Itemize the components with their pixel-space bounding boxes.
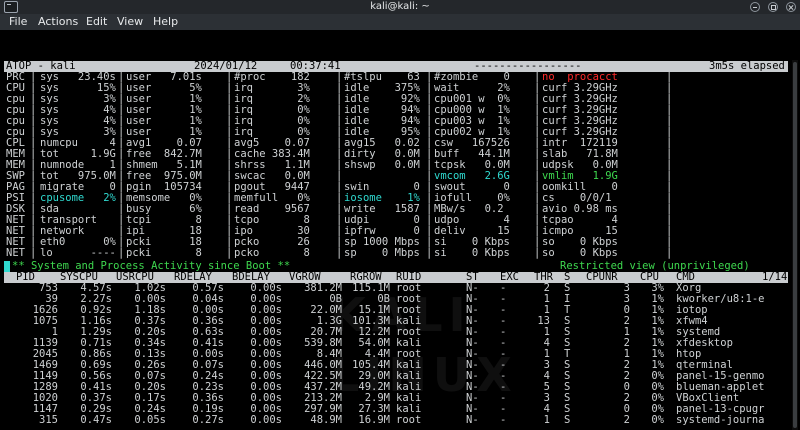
column-header[interactable]: PID [16, 272, 35, 283]
process-cell: 0% [651, 392, 664, 404]
process-cell: 2.9M [364, 392, 390, 404]
stat-cell: si 0 Kbps [434, 247, 510, 259]
stat-separator: | [118, 247, 125, 259]
process-cell: 0.37s [80, 392, 112, 404]
process-cell: 3 [543, 392, 550, 404]
process-cell: 1 [543, 326, 550, 338]
stat-separator: | [534, 247, 541, 259]
process-cell: 4 [543, 337, 550, 349]
process-cell: 2 [543, 282, 550, 294]
maximize-icon[interactable] [768, 2, 778, 12]
stat-row: NET | lo ---- | pcki 8 | pcko 8 | sp 0 Mbps | si 0… [4, 248, 796, 259]
menu-help[interactable]: Help [153, 14, 178, 30]
stat-label: NET [6, 247, 25, 259]
process-cell: 0.27s [192, 414, 224, 426]
process-cell: 3 [543, 359, 550, 371]
process-cell: 1147 [32, 403, 58, 415]
process-cell: 0.17s [134, 392, 166, 404]
process-cell: N- [466, 403, 479, 415]
process-cell: 1 [543, 348, 550, 360]
process-cell: N- [466, 392, 479, 404]
stat-cell: shswp 0.0M [344, 159, 420, 171]
stat-separator: | [666, 247, 673, 259]
process-row[interactable]: 1147 0.29s 0.24s 0.19s 0.00s 297.9M 27.3M kali N… [4, 404, 788, 415]
stat-cell: pcko 8 [234, 247, 310, 259]
process-cell: systemd-journa [676, 414, 765, 426]
scrollbar[interactable] [792, 60, 798, 430]
banner-elapsed: 3m5s elapsed [709, 60, 785, 72]
process-cell: 0.00s [250, 392, 282, 404]
stat-cell: sp 0 Mbps [344, 247, 420, 259]
stat-cell: pcki 8 [126, 247, 202, 259]
scrollbar-thumb[interactable] [793, 62, 797, 428]
cursor [4, 261, 10, 272]
process-cell: 0.24s [134, 403, 166, 415]
process-cell: 27.3M [358, 403, 390, 415]
stat-separator: | [336, 247, 343, 259]
process-cell: N- [466, 414, 479, 426]
menu-edit[interactable]: Edit [86, 14, 107, 30]
menu-file[interactable]: File [9, 14, 27, 30]
process-cell: 1020 [32, 392, 58, 404]
column-header[interactable]: CPUNR [586, 272, 618, 283]
process-cell: 0% [651, 414, 664, 426]
process-row[interactable]: 1020 0.37s 0.17s 0.36s 0.00s 213.2M 2.9M kali N-… [4, 393, 788, 404]
window-title: kali@kali: ~ [370, 1, 430, 12]
process-row[interactable]: 315 0.47s 0.05s 0.27s 0.00s 48.9M 16.9M root N- -… [4, 415, 788, 426]
stat-cell: so 0 Kbps [542, 247, 618, 259]
terminal-area[interactable]: KALI LINUX ATOP - kali 2024/01/12 00:37:… [0, 30, 800, 430]
stat-cell: lo ---- [40, 247, 116, 259]
process-cell: 13 [537, 315, 550, 327]
minimize-icon[interactable] [750, 2, 760, 12]
stat-separator: | [226, 247, 233, 259]
close-icon[interactable] [786, 2, 796, 12]
process-cell: 315 [39, 414, 58, 426]
process-cell: kali [396, 392, 422, 404]
process-cell: 0.29s [80, 403, 112, 415]
process-cell: 16.9M [358, 414, 390, 426]
window-titlebar[interactable]: kali@kali: ~ [0, 0, 800, 14]
column-header[interactable]: 1/14 [762, 272, 787, 283]
menu-actions[interactable]: Actions [38, 14, 78, 30]
process-cell: 0% [651, 403, 664, 415]
process-cell: 1 [543, 414, 550, 426]
process-cell: 4 [543, 370, 550, 382]
stat-separator: | [30, 247, 37, 259]
process-cell: 4 [543, 403, 550, 415]
process-cell: 0.05s [134, 414, 166, 426]
stat-separator: | [426, 247, 433, 259]
process-cell: 5 [543, 381, 550, 393]
process-cell: 0.00s [250, 403, 282, 415]
process-cell: kali [396, 403, 422, 415]
process-cell: 1075 [32, 315, 58, 327]
menu-view[interactable]: View [117, 14, 143, 30]
menu-bar: File Actions Edit View Help [0, 14, 800, 30]
process-cell: VBoxClient [676, 392, 740, 404]
process-cell: 0.47s [80, 414, 112, 426]
process-cell: 0.36s [192, 392, 224, 404]
process-cell: 0.19s [192, 403, 224, 415]
process-cell: 0.00s [250, 414, 282, 426]
process-cell: panel-13-cpugr [676, 403, 765, 415]
process-cell: root [396, 414, 422, 426]
process-cell: 1 [543, 293, 550, 305]
